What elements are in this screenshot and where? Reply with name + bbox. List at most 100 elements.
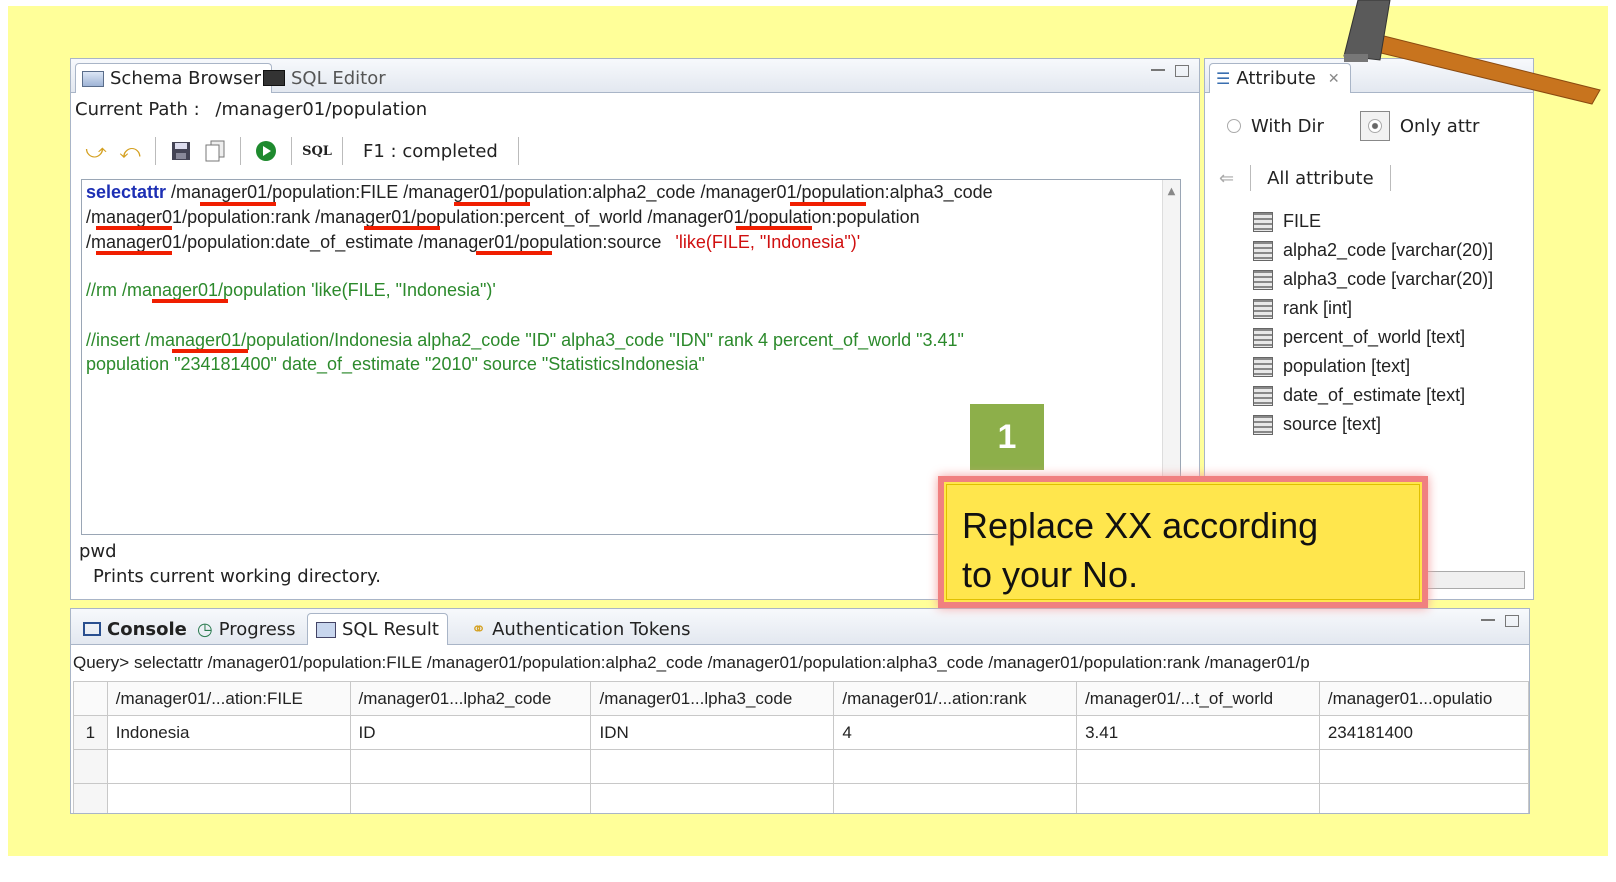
attribute-item[interactable]: source [text] <box>1253 410 1523 439</box>
attribute-label: percent_of_world [text] <box>1283 327 1466 347</box>
tab-authentication-tokens[interactable]: ⚭ Authentication Tokens <box>463 613 699 645</box>
table-cell[interactable] <box>590 783 835 813</box>
table-cell[interactable] <box>833 783 1078 813</box>
field-icon <box>1253 327 1273 348</box>
table-cell[interactable] <box>1076 783 1320 813</box>
row-number: 1 <box>73 715 108 750</box>
red-underline <box>364 226 440 230</box>
selected-radio-icon <box>1367 119 1382 133</box>
keyword: selectattr <box>86 182 167 202</box>
code-text: /manager01/population:date_of_estimate /… <box>86 232 662 252</box>
attribute-item[interactable]: date_of_estimate [text] <box>1253 381 1523 410</box>
filter-options: With Dir Only attr <box>1227 111 1479 141</box>
attribute-item[interactable]: alpha2_code [varchar(20)] <box>1253 236 1523 265</box>
minimize-icon[interactable] <box>1481 619 1495 621</box>
tab-label: Schema Browser <box>110 68 262 89</box>
terminal-icon <box>263 70 285 86</box>
scroll-up-icon[interactable]: ▲ <box>1163 186 1180 197</box>
tab-sql-result[interactable]: SQL Result <box>307 613 448 645</box>
string-literal: 'like(FILE, "Indonesia")' <box>675 232 861 252</box>
table-cell[interactable] <box>349 749 592 784</box>
only-attr-radio[interactable] <box>1359 111 1390 141</box>
attribute-label: source [text] <box>1283 414 1382 434</box>
separator <box>155 137 156 165</box>
only-attr-label: Only attr <box>1399 115 1480 137</box>
table-cell[interactable] <box>106 749 351 784</box>
attribute-label: date_of_estimate [text] <box>1283 385 1466 405</box>
maximize-icon[interactable] <box>1175 65 1189 77</box>
tab-sql-editor[interactable]: SQL Editor <box>257 63 396 93</box>
attribute-item[interactable]: percent_of_world [text] <box>1253 323 1523 352</box>
red-underline <box>200 202 276 206</box>
row-number <box>73 749 108 784</box>
column-header[interactable]: /manager01...opulatio <box>1318 681 1529 716</box>
attribute-label: rank [int] <box>1283 298 1353 318</box>
code-line: selectattr /manager01/population:FILE /m… <box>86 182 993 203</box>
all-attribute-label[interactable]: All attribute <box>1267 168 1374 189</box>
attribute-item[interactable]: population [text] <box>1253 352 1523 381</box>
comment-line: population "234181400" date_of_estimate … <box>86 354 705 374</box>
sql-icon[interactable]: SQL <box>302 138 332 164</box>
attribute-item[interactable]: rank [int] <box>1253 294 1523 323</box>
field-icon <box>1253 385 1273 406</box>
callout-text-line: Replace XX according <box>962 505 1319 546</box>
column-header[interactable]: /manager01/...ation:FILE <box>106 681 351 716</box>
copy-icon[interactable] <box>202 138 228 164</box>
separator <box>291 137 292 165</box>
tab-schema-browser[interactable]: Schema Browser <box>75 63 273 93</box>
field-icon <box>1253 298 1273 319</box>
table-cell[interactable]: Indonesia <box>106 715 351 750</box>
schema-browser-icon <box>82 70 104 87</box>
red-underline <box>736 226 812 230</box>
progress-icon: ◷ <box>197 618 213 640</box>
column-header[interactable]: /manager01/...t_of_world <box>1076 681 1320 716</box>
undo-icon[interactable]: ⤻ <box>83 138 109 164</box>
table-row[interactable] <box>73 783 1529 813</box>
hammer-icon <box>1343 0 1601 105</box>
attribute-tree-icon: ☰ <box>1216 69 1231 88</box>
redo-icon[interactable]: ⤺ <box>117 138 143 164</box>
table-cell[interactable]: ID <box>349 715 592 750</box>
red-underline <box>476 251 552 255</box>
code-text: /manager01/population:FILE /manager01/po… <box>166 182 993 202</box>
table-cell[interactable] <box>1318 783 1529 813</box>
with-dir-radio[interactable] <box>1227 119 1241 133</box>
tab-console[interactable]: Console <box>75 613 195 645</box>
minimize-icon[interactable] <box>1151 69 1165 71</box>
column-header[interactable]: /manager01...lpha3_code <box>590 681 835 716</box>
column-header[interactable]: /manager01...lpha2_code <box>349 681 592 716</box>
run-icon[interactable] <box>253 138 279 164</box>
table-cell[interactable]: 3.41 <box>1076 715 1320 750</box>
table-cell[interactable]: 234181400 <box>1318 715 1529 750</box>
red-underline <box>790 202 866 206</box>
table-cell[interactable] <box>1318 749 1529 784</box>
column-header[interactable]: /manager01/...ation:rank <box>833 681 1078 716</box>
table-row[interactable] <box>73 749 1529 784</box>
table-row[interactable]: 1 Indonesia ID IDN 4 3.41 234181400 <box>73 715 1529 750</box>
table-header-row: /manager01/...ation:FILE /manager01...lp… <box>73 681 1529 716</box>
maximize-icon[interactable] <box>1505 615 1519 627</box>
attribute-label: alpha2_code [varchar(20)] <box>1283 240 1494 260</box>
save-icon[interactable] <box>168 138 194 164</box>
field-icon <box>1253 211 1273 232</box>
tab-progress[interactable]: ◷ Progress <box>189 613 304 645</box>
table-cell[interactable] <box>833 749 1078 784</box>
back-arrow-icon[interactable]: ⇐ <box>1219 168 1234 189</box>
attribute-label: alpha3_code [varchar(20)] <box>1283 269 1494 289</box>
current-path-value: /manager01/population <box>215 99 428 120</box>
table-cell[interactable] <box>106 783 351 813</box>
tab-label: Authentication Tokens <box>492 618 691 640</box>
attribute-item[interactable]: FILE <box>1253 207 1523 236</box>
status-text: F1 : completed <box>363 140 498 162</box>
table-cell[interactable]: IDN <box>590 715 835 750</box>
table-cell[interactable] <box>349 783 592 813</box>
table-cell[interactable] <box>590 749 835 784</box>
red-underline <box>96 251 172 255</box>
result-tabbar: Console ◷ Progress SQL Result ⚭ Authenti… <box>71 609 1529 645</box>
field-icon <box>1253 269 1273 290</box>
attribute-item[interactable]: alpha3_code [varchar(20)] <box>1253 265 1523 294</box>
table-cell[interactable]: 4 <box>833 715 1078 750</box>
table-cell[interactable] <box>1076 749 1320 784</box>
field-icon <box>1253 414 1273 435</box>
tab-label: Progress <box>218 618 296 640</box>
